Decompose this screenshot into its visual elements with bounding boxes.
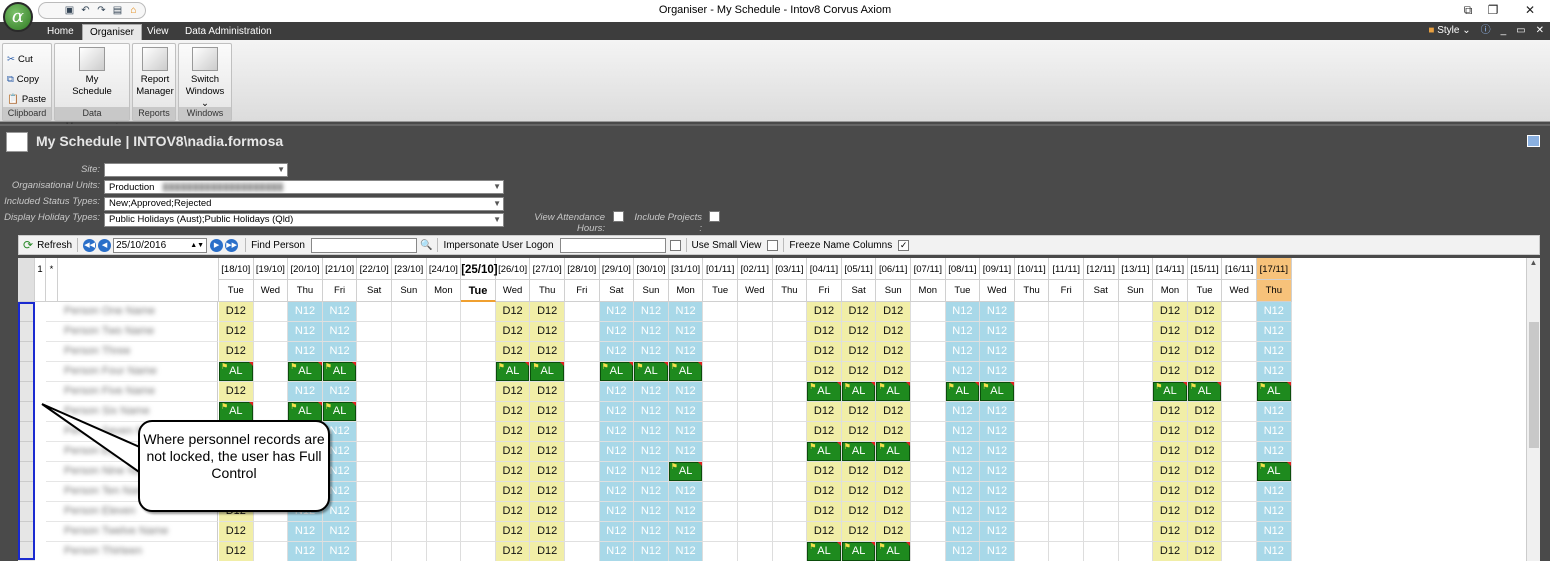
annotation-callout: Where personnel records are not locked, … (138, 420, 330, 512)
